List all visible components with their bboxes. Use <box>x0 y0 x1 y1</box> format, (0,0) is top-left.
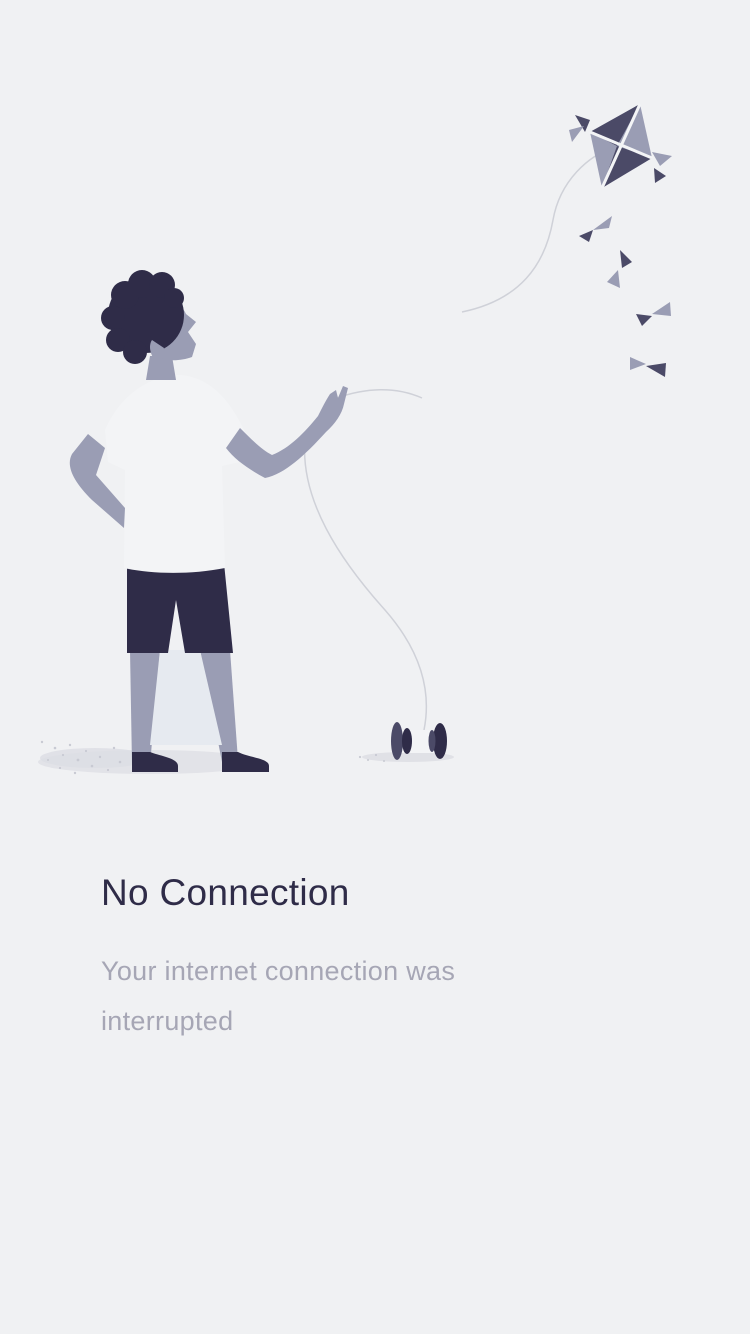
kite-icon <box>569 103 672 189</box>
person-figure <box>69 270 348 772</box>
no-connection-illustration <box>38 103 672 775</box>
spool-string <box>303 439 428 731</box>
kite-string <box>461 147 613 313</box>
hand-string <box>336 389 423 399</box>
error-message: Your internet connection was interrupted <box>101 956 456 1036</box>
kite-tail-bow-icon <box>579 216 671 377</box>
no-connection-screen: No Connection Your internet connection w… <box>0 0 750 1334</box>
page-title: No Connection <box>101 872 350 913</box>
